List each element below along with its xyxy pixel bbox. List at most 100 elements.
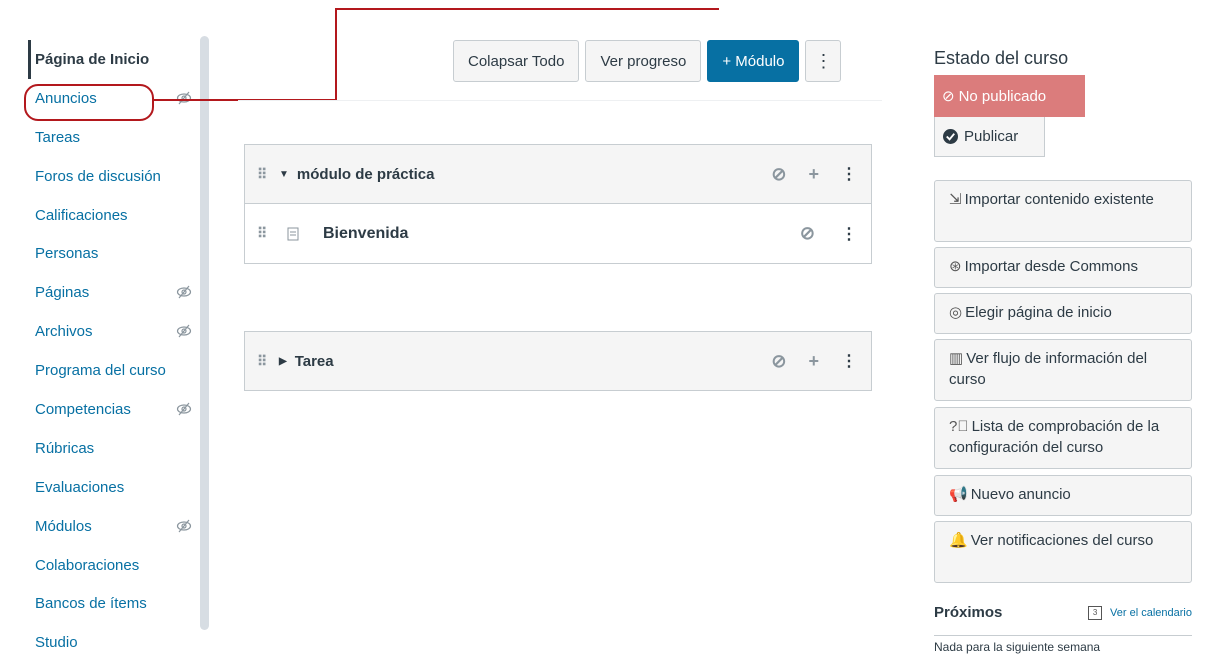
kebab-menu-icon[interactable]: ⋮ <box>841 224 857 244</box>
module-title: módulo de práctica <box>296 165 435 183</box>
nav-item-label: Foros de discusión <box>35 167 161 185</box>
nav-item-label: Bancos de ítems <box>35 595 147 613</box>
module-card: ⠿ ▶ Tarea ⊘ + ⋮ <box>244 331 872 391</box>
nav-item-people[interactable]: Personas <box>28 234 198 273</box>
nav-item-item-banks[interactable]: Bancos de ítems <box>28 584 198 623</box>
nav-item-label: Colaboraciones <box>35 556 140 574</box>
publish-label: Publicar <box>964 128 1019 145</box>
import-icon: ⇲ <box>949 191 962 208</box>
module-header[interactable]: ⠿ ▼ módulo de práctica ⊘ + ⋮ <box>245 145 871 203</box>
drag-handle-icon[interactable]: ⠿ <box>257 353 273 370</box>
nav-item-assignments[interactable]: Tareas <box>28 118 198 157</box>
add-item-icon[interactable]: + <box>808 351 819 372</box>
nav-item-grades[interactable]: Calificaciones <box>28 196 198 235</box>
check-circle-icon <box>943 129 958 144</box>
nav-item-outcomes[interactable]: Competencias <box>28 390 198 429</box>
view-calendar-link[interactable]: 3 Ver el calendario <box>1088 605 1192 620</box>
modules-toolbar: Colapsar Todo Ver progreso + Módulo ⋮ <box>453 40 842 82</box>
module-item[interactable]: ⠿ Bienvenida ⊘ ⋮ <box>245 203 871 263</box>
eye-off-icon <box>176 285 192 299</box>
nav-item-label: Páginas <box>35 284 90 302</box>
setup-checklist-button[interactable]: ?⃝ Lista de comprobación de la configurac… <box>934 407 1192 469</box>
module-item-actions: ⊘ ⋮ <box>800 204 857 263</box>
home-page-icon: ◎ <box>949 304 963 321</box>
nav-item-label: Archivos <box>35 323 93 341</box>
caret-right-icon[interactable]: ▶ <box>279 356 287 367</box>
sidebar-button-label: Lista de comprobación de la configuració… <box>949 418 1160 456</box>
new-announcement-button[interactable]: 📢 Nuevo anuncio <box>934 475 1192 516</box>
sidebar-button-label: Importar contenido existente <box>964 191 1154 208</box>
nav-item-label: Página de Inicio <box>35 50 150 68</box>
more-options-button[interactable]: ⋮ <box>805 40 842 82</box>
kebab-menu-icon[interactable]: ⋮ <box>841 164 857 184</box>
bell-icon: 🔔 <box>949 532 968 549</box>
nav-item-pages[interactable]: Páginas <box>28 273 198 312</box>
nav-item-label: Programa del curso <box>35 362 166 380</box>
publish-button[interactable]: Publicar <box>934 117 1045 157</box>
unpublished-icon[interactable]: ⊘ <box>771 164 786 185</box>
eye-off-icon <box>176 91 192 105</box>
add-module-button[interactable]: + Módulo <box>707 40 800 82</box>
course-stream-button[interactable]: ▥ Ver flujo de información del curso <box>934 339 1192 401</box>
kebab-menu-icon[interactable]: ⋮ <box>841 351 857 371</box>
nav-item-home[interactable]: Página de Inicio <box>28 40 198 79</box>
nav-item-label: Studio <box>35 634 78 652</box>
module-actions: ⊘ + ⋮ <box>771 145 857 203</box>
course-status-title: Estado del curso <box>934 48 1069 68</box>
unpublished-icon: ⊘ <box>942 88 955 105</box>
nav-item-rubrics[interactable]: Rúbricas <box>28 429 198 468</box>
module-card: ⠿ ▼ módulo de práctica ⊘ + ⋮ ⠿ Bienvenid… <box>244 144 872 264</box>
view-calendar-label: Ver el calendario <box>1110 606 1192 619</box>
unpublished-icon[interactable]: ⊘ <box>771 351 786 372</box>
collapse-all-button[interactable]: Colapsar Todo <box>453 40 580 82</box>
drag-handle-icon[interactable]: ⠿ <box>257 166 273 183</box>
help-icon: ?⃝ <box>949 418 969 435</box>
module-header[interactable]: ⠿ ▶ Tarea ⊘ + ⋮ <box>245 332 871 390</box>
unpublished-button[interactable]: ⊘ No publicado <box>934 75 1085 117</box>
sidebar-button-label: Importar desde Commons <box>964 258 1138 275</box>
view-progress-button[interactable]: Ver progreso <box>585 40 702 82</box>
nav-item-studio[interactable]: Studio <box>28 623 198 656</box>
import-commons-button[interactable]: ⊛ Importar desde Commons <box>934 247 1192 288</box>
drag-handle-icon[interactable]: ⠿ <box>257 225 273 242</box>
commons-icon: ⊛ <box>949 258 962 275</box>
eye-off-icon <box>176 324 192 338</box>
nav-item-modules[interactable]: Módulos <box>28 507 198 546</box>
upcoming-section: Próximos 3 Ver el calendario <box>934 604 1192 621</box>
sidebar-button-label: Elegir página de inicio <box>965 304 1112 321</box>
nav-item-syllabus[interactable]: Programa del curso <box>28 351 198 390</box>
calendar-icon: 3 <box>1088 605 1103 620</box>
add-item-icon[interactable]: + <box>808 164 819 185</box>
module-item-title[interactable]: Bienvenida <box>323 225 408 243</box>
nav-scrollbar[interactable] <box>200 36 209 630</box>
choose-home-page-button[interactable]: ◎ Elegir página de inicio <box>934 293 1192 334</box>
module-title: Tarea <box>294 352 334 370</box>
nav-item-label: Rúbricas <box>35 439 95 457</box>
announcement-icon: 📢 <box>949 486 968 503</box>
upcoming-title: Próximos <box>934 604 1003 621</box>
nav-item-label: Módulos <box>35 517 92 535</box>
unpublished-icon[interactable]: ⊘ <box>800 223 815 244</box>
nav-item-label: Calificaciones <box>35 206 128 224</box>
upcoming-divider <box>934 635 1192 636</box>
sidebar-button-label: Ver flujo de información del curso <box>949 350 1148 388</box>
toolbar-divider <box>238 100 882 101</box>
eye-off-icon <box>176 402 192 416</box>
nav-item-collaborations[interactable]: Colaboraciones <box>28 546 198 585</box>
nav-item-files[interactable]: Archivos <box>28 312 198 351</box>
nav-item-quizzes[interactable]: Evaluaciones <box>28 468 198 507</box>
course-nav-list: Página de Inicio Anuncios Tareas Foros d… <box>28 40 198 656</box>
view-notifications-button[interactable]: 🔔 Ver notificaciones del curso <box>934 521 1192 583</box>
calendar-day: 3 <box>1092 608 1098 617</box>
page-icon <box>287 227 299 240</box>
nav-item-label: Tareas <box>35 128 81 146</box>
module-actions: ⊘ + ⋮ <box>771 332 857 390</box>
stream-icon: ▥ <box>949 350 964 367</box>
nav-item-label: Competencias <box>35 400 131 418</box>
sidebar-button-label: Ver notificaciones del curso <box>970 532 1154 549</box>
caret-down-icon[interactable]: ▼ <box>279 169 289 180</box>
nav-item-label: Personas <box>35 245 99 263</box>
import-content-button[interactable]: ⇲ Importar contenido existente <box>934 180 1192 242</box>
nav-item-discussions[interactable]: Foros de discusión <box>28 157 198 196</box>
sidebar-button-label: Nuevo anuncio <box>970 486 1071 503</box>
